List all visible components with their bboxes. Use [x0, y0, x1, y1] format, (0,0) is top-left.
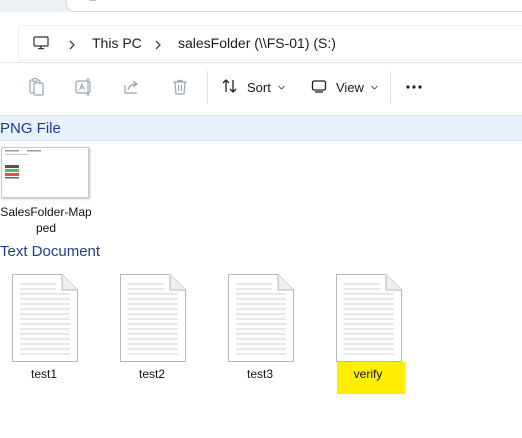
text-document-icon [336, 274, 402, 367]
file-name-label: test1 [30, 367, 57, 381]
chevron-down-icon [277, 80, 286, 95]
rename-icon[interactable] [74, 77, 94, 97]
copy-icon[interactable] [26, 77, 46, 97]
toolbar-separator [207, 71, 208, 103]
file-name-label: test2 [138, 367, 165, 381]
breadcrumb-this-pc[interactable]: This PC [92, 35, 142, 51]
file-item[interactable]: test2 [108, 270, 196, 381]
more-icon[interactable] [404, 77, 424, 97]
chevron-down-icon [370, 80, 379, 95]
sort-button[interactable]: Sort [221, 73, 286, 101]
view-icon [310, 77, 328, 98]
tab-fragment-edge [89, 0, 96, 1]
file-item[interactable]: verify [324, 270, 412, 396]
active-tab[interactable] [66, 0, 522, 12]
group-title: PNG File [0, 120, 61, 137]
command-bar: Sort View [0, 63, 522, 111]
sort-label: Sort [247, 79, 271, 95]
delete-icon[interactable] [170, 77, 190, 97]
chevron-right-icon[interactable] [152, 38, 164, 50]
toolbar-separator [390, 71, 391, 103]
view-label: View [336, 79, 364, 95]
file-name-label: SalesFolder-Map ped [0, 204, 93, 236]
image-thumbnail-icon [1, 147, 89, 198]
group-header-text-document[interactable]: Text Document [0, 239, 522, 265]
file-name-label: test3 [246, 367, 273, 381]
text-document-icon [12, 274, 78, 367]
file-name-label: verify [353, 367, 383, 381]
group-title: Text Document [0, 243, 101, 260]
address-bar[interactable]: This PC salesFolder (\\FS-01) (S:) [18, 25, 522, 61]
text-document-icon [120, 274, 186, 367]
file-name-line: SalesFolder-Map [0, 205, 92, 219]
file-item[interactable]: test1 [0, 270, 88, 381]
group-header-png[interactable]: PNG File [0, 115, 522, 141]
file-name-line: ped [35, 221, 57, 235]
share-icon[interactable] [122, 77, 142, 97]
text-document-icon [228, 274, 294, 367]
chevron-right-icon[interactable] [66, 38, 78, 50]
tab-strip [0, 0, 522, 12]
file-item[interactable]: SalesFolder-Map ped [0, 146, 92, 236]
file-item[interactable]: test3 [216, 270, 304, 381]
address-bar-region: This PC salesFolder (\\FS-01) (S:) [0, 12, 522, 62]
sort-icon [221, 77, 239, 98]
computer-icon[interactable] [33, 35, 49, 56]
view-button[interactable]: View [310, 73, 379, 101]
breadcrumb-sales-folder[interactable]: salesFolder (\\FS-01) (S:) [178, 35, 336, 51]
